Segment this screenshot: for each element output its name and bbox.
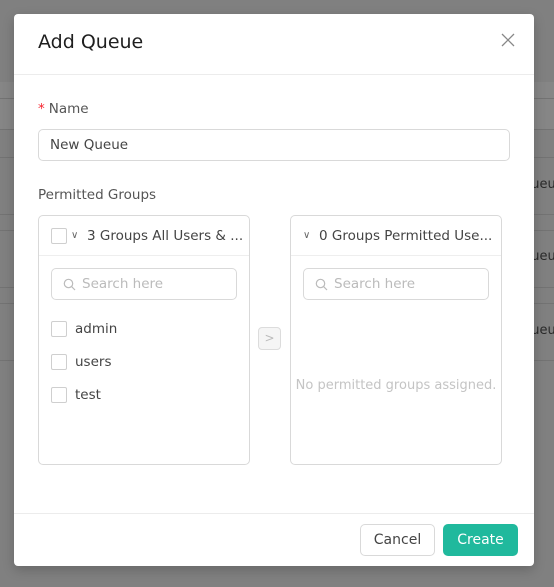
source-panel-title: 3 Groups All Users & ... [87,227,244,244]
permitted-groups-label: Permitted Groups [38,187,157,203]
source-panel-header: ∨ 3 Groups All Users & ... [39,216,249,256]
name-label: * Name [38,101,89,117]
search-icon [315,278,328,290]
list-item[interactable]: admin [39,312,249,345]
chevron-down-icon[interactable]: ∨ [303,230,317,241]
modal-title: Add Queue [38,31,144,53]
search-icon [63,278,76,290]
group-label: users [75,353,112,370]
search-placeholder: Search here [82,276,164,292]
group-label: test [75,386,101,403]
close-icon[interactable] [500,32,516,48]
target-panel-header: ∨ 0 Groups Permitted Use... [291,216,501,256]
list-item[interactable]: users [39,345,249,378]
checkbox[interactable] [51,320,67,337]
target-panel-title: 0 Groups Permitted Use... [319,227,493,244]
create-button[interactable]: Create [443,524,518,556]
source-groups-panel: ∨ 3 Groups All Users & ... Search here a… [38,215,250,465]
source-search-input[interactable]: Search here [51,268,237,300]
name-input[interactable]: New Queue [38,129,510,161]
name-label-text: Name [48,101,89,117]
checkbox[interactable] [51,353,67,370]
move-right-button[interactable]: > [258,327,281,350]
chevron-down-icon[interactable]: ∨ [71,230,85,241]
modal-footer: Cancel Create [14,513,534,566]
target-search-input[interactable]: Search here [303,268,489,300]
list-item[interactable]: test [39,378,249,411]
source-group-list: admin users test [39,312,249,411]
add-queue-modal: Add Queue * Name New Queue Permitted Grou… [14,14,534,566]
select-all-checkbox[interactable] [51,227,67,244]
cancel-button[interactable]: Cancel [360,524,435,556]
target-groups-panel: ∨ 0 Groups Permitted Use... Search here … [290,215,502,465]
group-label: admin [75,320,118,337]
required-mark: * [38,101,45,117]
modal-header: Add Queue [14,14,534,75]
checkbox[interactable] [51,386,67,403]
empty-state-text: No permitted groups assigned. [295,378,497,393]
search-placeholder: Search here [334,276,416,292]
